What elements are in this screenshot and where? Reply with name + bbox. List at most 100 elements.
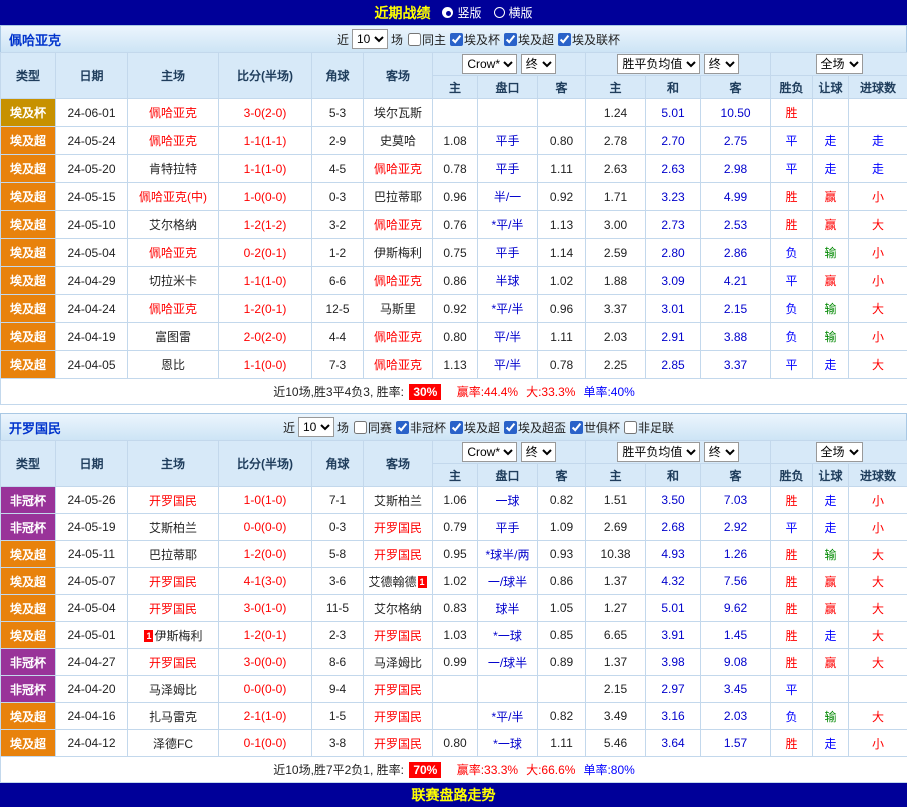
team-link[interactable]: 开罗国民 <box>149 656 197 670</box>
avg-draw-cell: 3.16 <box>646 703 701 730</box>
team-name-link[interactable]: 开罗国民 <box>9 418 61 437</box>
checkbox-icon[interactable] <box>450 421 463 434</box>
odds-company-select[interactable]: Crow* <box>462 442 517 462</box>
team-link[interactable]: 佩哈亚克(中) <box>139 190 207 204</box>
scope-select[interactable]: 全场 <box>816 442 863 462</box>
handicap-result-cell: 输 <box>813 703 849 730</box>
team-cell: 佩哈亚克 <box>128 99 219 127</box>
odds-time-select[interactable]: 终 <box>521 54 556 74</box>
checkbox-icon[interactable] <box>624 421 637 434</box>
team-link[interactable]: 富图雷 <box>155 330 191 344</box>
checkbox-icon[interactable] <box>354 421 367 434</box>
radio-vertical-layout[interactable]: 竖版 <box>442 4 481 21</box>
rate-stat: 赢率:33.3% <box>457 763 518 777</box>
team-link[interactable]: 佩哈亚克 <box>374 162 422 176</box>
team-link[interactable]: 开罗国民 <box>374 521 422 535</box>
match-type-cell: 埃及超 <box>1 568 56 595</box>
match-count-select[interactable]: 10 <box>352 29 388 49</box>
checkbox-icon[interactable] <box>504 33 517 46</box>
odds-company-select[interactable]: Crow* <box>462 54 517 74</box>
avg-type-select[interactable]: 胜平负均值 <box>617 442 700 462</box>
avg-home-cell: 5.46 <box>586 730 646 757</box>
team-link[interactable]: 佩哈亚克 <box>149 246 197 260</box>
avg-home-cell: 1.27 <box>586 595 646 622</box>
team-link[interactable]: 伊斯梅利 <box>374 246 422 260</box>
away-odds-cell: 1.02 <box>538 267 586 295</box>
team-link[interactable]: 开罗国民 <box>149 575 197 589</box>
checkbox-icon[interactable] <box>450 33 463 46</box>
team-link[interactable]: 佩哈亚克 <box>374 330 422 344</box>
avg-time-select[interactable]: 终 <box>704 442 739 462</box>
match-row: 非冠杯24-04-27开罗国民3-0(0-0)8-6马泽姆比0.99一/球半0.… <box>1 649 907 676</box>
team-link[interactable]: 艾斯柏兰 <box>149 521 197 535</box>
handicap-cell: *一球 <box>478 730 538 757</box>
filter-checkbox-埃及联杯[interactable]: 埃及联杯 <box>556 31 620 48</box>
filter-checkbox-埃及超盃[interactable]: 埃及超盃 <box>502 419 566 436</box>
scope-select[interactable]: 全场 <box>816 54 863 74</box>
wdl-result-cell: 负 <box>771 295 813 323</box>
match-date-cell: 24-05-26 <box>56 487 128 514</box>
team-link[interactable]: 恩比 <box>161 358 185 372</box>
team-link[interactable]: 切拉米卡 <box>149 274 197 288</box>
team-link[interactable]: 佩哈亚克 <box>374 358 422 372</box>
team-link[interactable]: 开罗国民 <box>374 548 422 562</box>
checkbox-icon[interactable] <box>570 421 583 434</box>
checkbox-icon[interactable] <box>558 33 571 46</box>
team-link[interactable]: 伊斯梅利 <box>154 629 202 643</box>
team-name-link[interactable]: 佩哈亚克 <box>9 30 61 49</box>
corner-cell: 2-3 <box>312 622 364 649</box>
avg-draw-cell: 3.50 <box>646 487 701 514</box>
team-link[interactable]: 艾尔格纳 <box>374 602 422 616</box>
team-link[interactable]: 泽德FC <box>153 737 193 751</box>
team-link[interactable]: 马泽姆比 <box>374 656 422 670</box>
filter-checkbox-世俱杯[interactable]: 世俱杯 <box>568 419 620 436</box>
filter-checkbox-同主[interactable]: 同主 <box>406 31 446 48</box>
col-let-goal: 让球 <box>813 464 849 487</box>
team-link[interactable]: 巴拉蒂耶 <box>374 190 422 204</box>
filter-checkbox-埃及超[interactable]: 埃及超 <box>448 419 500 436</box>
team-link[interactable]: 佩哈亚克 <box>374 218 422 232</box>
match-type-cell: 埃及超 <box>1 155 56 183</box>
filter-checkbox-非足联[interactable]: 非足联 <box>622 419 674 436</box>
wdl-result-cell: 平 <box>771 514 813 541</box>
radio-horizontal-layout[interactable]: 横版 <box>494 4 533 21</box>
team-link[interactable]: 开罗国民 <box>374 737 422 751</box>
team-link[interactable]: 佩哈亚克 <box>374 274 422 288</box>
team-link[interactable]: 肯特拉特 <box>149 162 197 176</box>
team-link[interactable]: 巴拉蒂耶 <box>149 548 197 562</box>
team-link[interactable]: 开罗国民 <box>374 629 422 643</box>
team-link[interactable]: 佩哈亚克 <box>149 134 197 148</box>
team-link[interactable]: 佩哈亚克 <box>149 302 197 316</box>
team-link[interactable]: 开罗国民 <box>374 710 422 724</box>
team-link[interactable]: 艾德翰德 <box>368 575 416 589</box>
match-date-cell: 24-05-10 <box>56 211 128 239</box>
checkbox-icon[interactable] <box>504 421 517 434</box>
team-link[interactable]: 埃尔瓦斯 <box>374 106 422 120</box>
goals-result-cell: 走 <box>849 127 907 155</box>
checkbox-icon[interactable] <box>396 421 409 434</box>
filter-checkbox-同赛[interactable]: 同赛 <box>352 419 392 436</box>
team-link[interactable]: 艾尔格纳 <box>149 218 197 232</box>
match-count-select[interactable]: 10 <box>298 417 334 437</box>
filter-checkbox-埃及超[interactable]: 埃及超 <box>502 31 554 48</box>
avg-time-select[interactable]: 终 <box>704 54 739 74</box>
odds-time-select[interactable]: 终 <box>521 442 556 462</box>
avg-type-select[interactable]: 胜平负均值 <box>617 54 700 74</box>
team-link[interactable]: 马泽姆比 <box>149 683 197 697</box>
checkbox-icon[interactable] <box>408 33 421 46</box>
score-cell: 3-0(1-0) <box>219 595 312 622</box>
match-row: 埃及超24-05-04开罗国民3-0(1-0)11-5艾尔格纳0.83球半1.0… <box>1 595 907 622</box>
filter-checkbox-非冠杯[interactable]: 非冠杯 <box>394 419 446 436</box>
scope-group: 全场 <box>771 441 907 464</box>
team-link[interactable]: 史莫哈 <box>380 134 416 148</box>
team-link[interactable]: 马斯里 <box>380 302 416 316</box>
team-link[interactable]: 佩哈亚克 <box>149 106 197 120</box>
team-link[interactable]: 开罗国民 <box>374 683 422 697</box>
team-link[interactable]: 艾斯柏兰 <box>374 494 422 508</box>
team-link[interactable]: 扎马雷克 <box>149 710 197 724</box>
team-link[interactable]: 开罗国民 <box>149 602 197 616</box>
wdl-result-cell: 胜 <box>771 730 813 757</box>
team-link[interactable]: 开罗国民 <box>149 494 197 508</box>
match-row: 非冠杯24-04-20马泽姆比0-0(0-0)9-4开罗国民2.152.973.… <box>1 676 907 703</box>
filter-checkbox-埃及杯[interactable]: 埃及杯 <box>448 31 500 48</box>
